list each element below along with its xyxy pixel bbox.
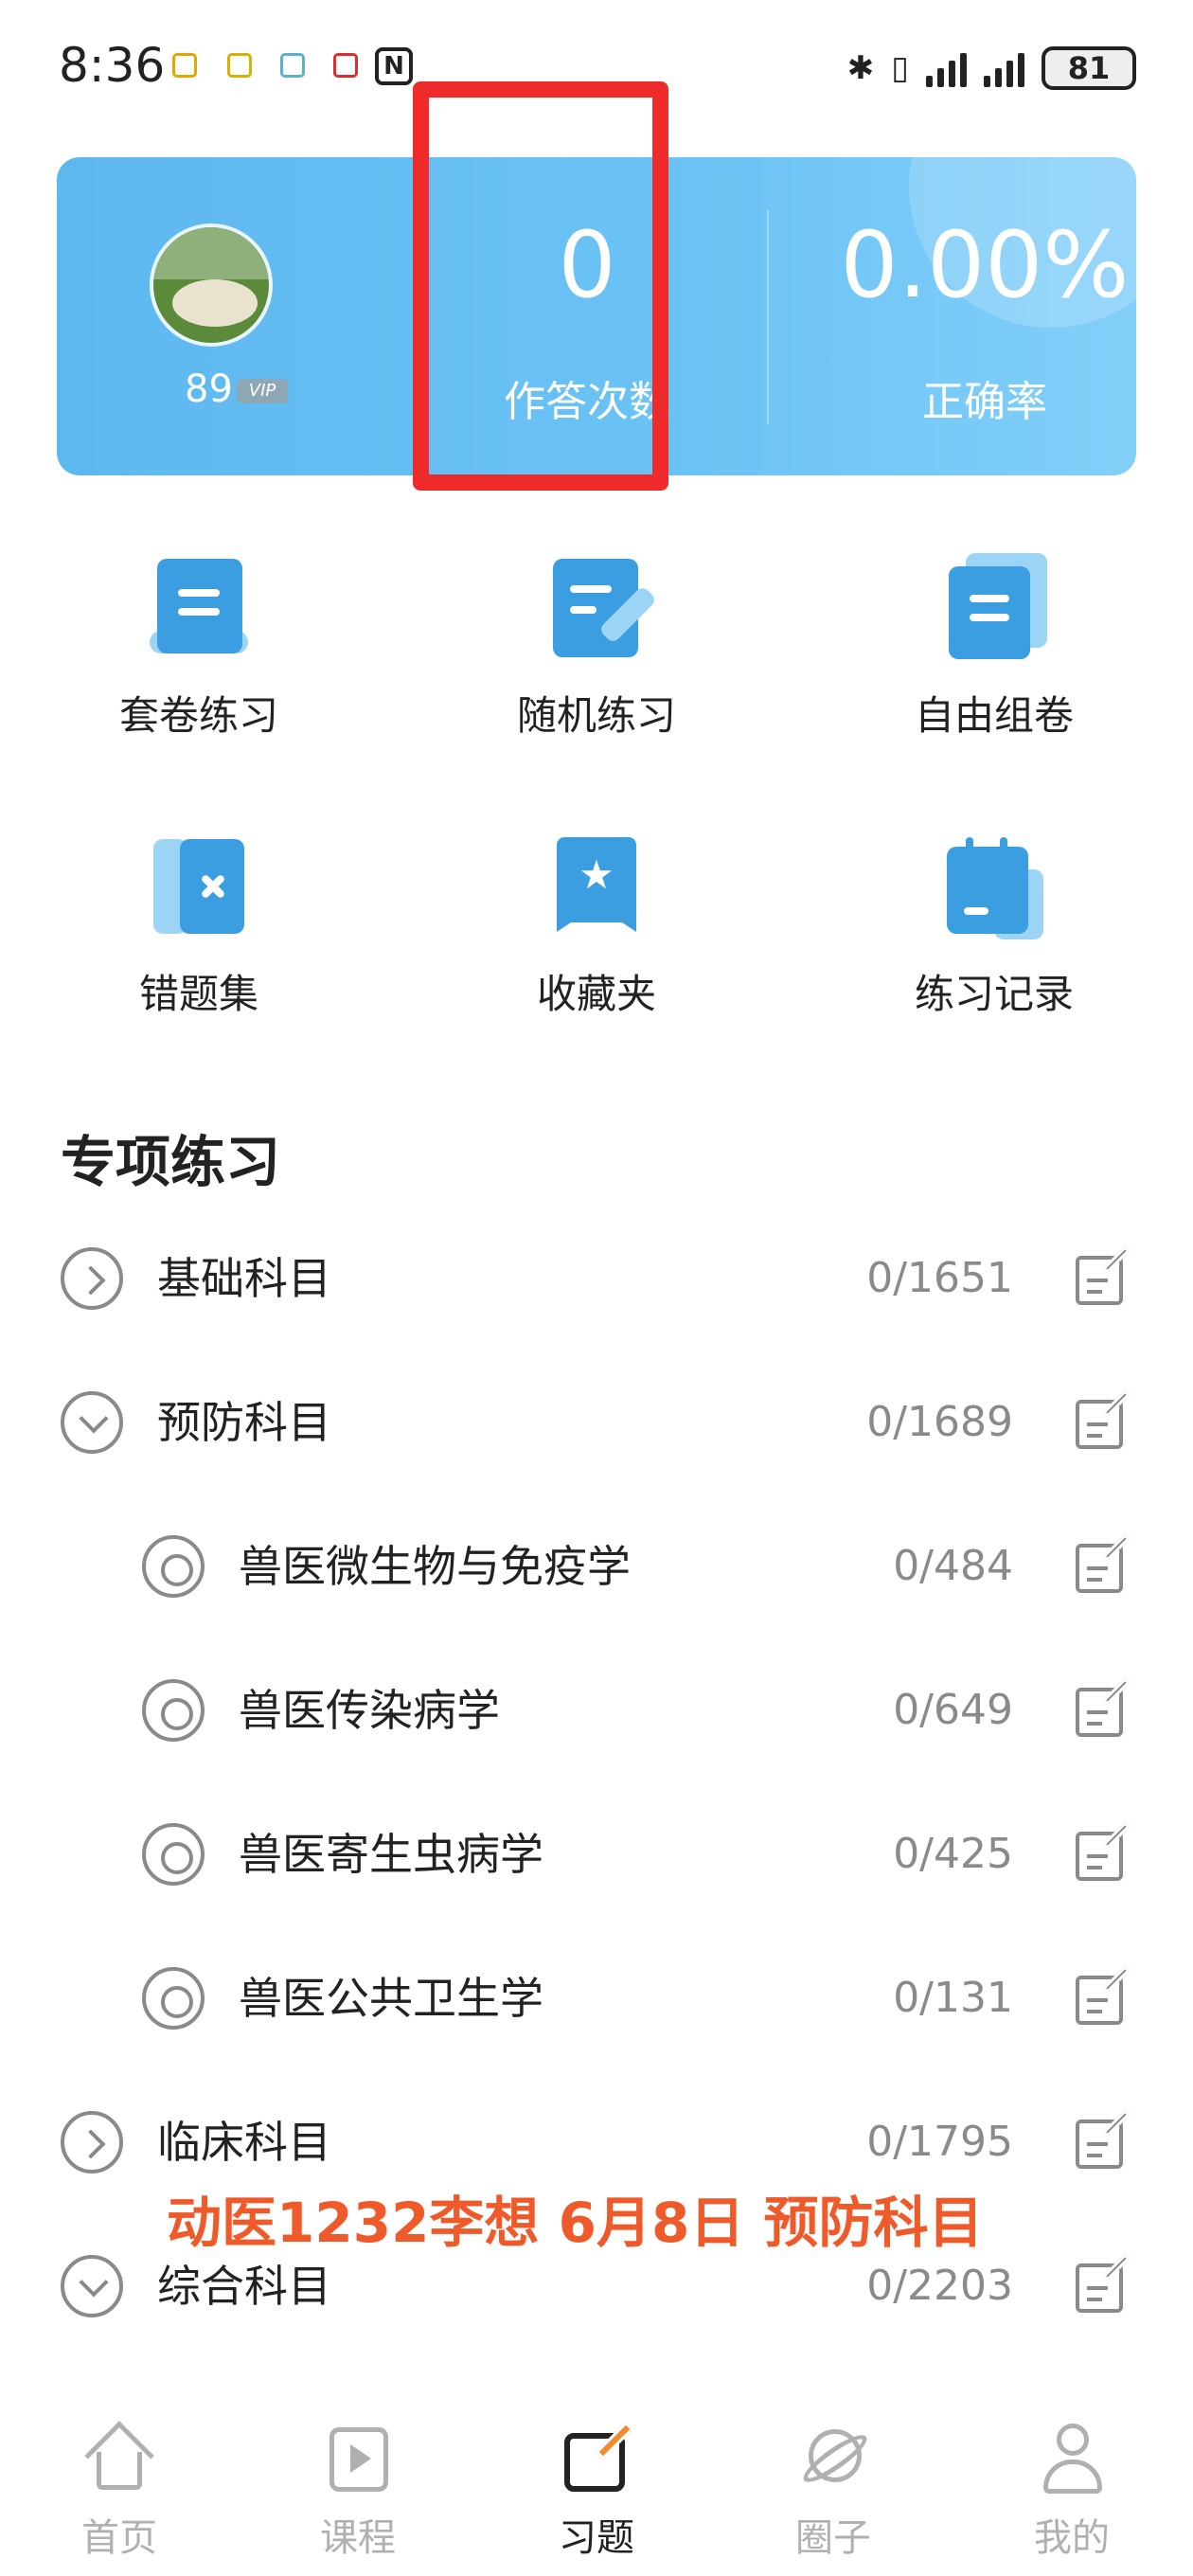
list-item-name: 综合科目 [157,2261,331,2312]
tool-label: 练习记录 [914,971,1074,1017]
tool-label: 收藏夹 [536,971,656,1017]
list-item[interactable]: 基础科目 0/1651 [0,1207,1193,1351]
list-item-name: 临床科目 [157,2117,331,2168]
list-item-name: 基础科目 [157,1253,331,1304]
nav-label: 圈子 [795,2516,871,2560]
list-item-count: 0/484 [893,1542,1013,1590]
list-item-name: 兽医寄生虫病学 [239,1829,543,1880]
list-item-count: 0/1689 [866,1398,1013,1446]
list-item-name: 兽医公共卫生学 [239,1973,543,2024]
list-item-count: 0/2203 [866,2262,1013,2310]
stacked-doc-icon [937,553,1051,667]
wrong-notebook-icon [142,832,256,945]
edit-doc-icon [540,553,658,667]
edit-icon[interactable] [1072,1389,1132,1453]
vip-badge: VIP [237,379,288,403]
edit-icon[interactable] [1072,1821,1132,1885]
tool-label: 套卷练习 [118,692,278,739]
notification-icon [172,53,197,78]
tool-free-compose[interactable]: 自由组卷 [795,553,1193,742]
edit-icon[interactable] [1072,2109,1132,2173]
nav-home[interactable]: 首页 [25,2420,214,2562]
chevron-down-icon[interactable] [61,1391,123,1454]
status-right-group: ✱ ▯ 81 [847,40,1136,97]
status-time: 8:36 [59,38,166,93]
tool-favorites[interactable]: ★ 收藏夹 [398,832,795,1020]
tool-label: 错题集 [138,971,258,1017]
list-item-name: 预防科目 [157,1397,331,1448]
scroll-doc-icon [142,553,256,667]
nav-label: 我的 [1034,2516,1110,2560]
notification-icon [280,53,305,78]
highlight-annotation [413,81,668,491]
tool-label: 自由组卷 [914,692,1074,739]
nav-exercise[interactable]: 习题 [502,2420,691,2562]
list-item[interactable]: 兽医公共卫生学 0/131 [0,1926,1193,2070]
bluetooth-icon: ✱ [846,49,875,87]
tool-random-practice[interactable]: 随机练习 [398,553,795,742]
edit-icon[interactable] [1072,2253,1132,2317]
target-icon [142,1535,205,1598]
nav-course[interactable]: 课程 [263,2420,453,2562]
course-play-icon [320,2420,396,2496]
signal-icon [926,49,967,87]
tool-paper-practice[interactable]: 套卷练习 [0,553,398,742]
calendar-record-icon [937,832,1051,945]
nav-label: 习题 [559,2516,634,2560]
list-item-count: 0/649 [893,1686,1013,1734]
edit-icon[interactable] [1072,1965,1132,2029]
target-icon [142,1823,205,1886]
section-title: 专项练习 [61,1130,281,1194]
bookmark-star-icon: ★ [540,832,653,945]
nav-profile[interactable]: 我的 [977,2420,1166,2562]
user-number: 89 [185,367,233,411]
list-item-count: 0/131 [893,1974,1013,2022]
signal-icon [984,49,1024,87]
list-item-name: 兽医微生物与免疫学 [239,1541,631,1592]
accuracy-value: 0.00% [840,212,1130,318]
tool-label: 随机练习 [516,692,676,739]
overlay-note: 动医1232李想 6月8日 预防科目 [167,2178,984,2258]
accuracy-label: 正确率 [922,378,1047,426]
notification-icon [227,53,252,78]
exercise-edit-icon [559,2420,634,2496]
home-icon [81,2420,157,2496]
list-item-name: 兽医传染病学 [239,1685,500,1736]
list-item-count: 0/1795 [866,2118,1013,2166]
avatar[interactable] [150,224,273,347]
chevron-right-icon[interactable] [61,2111,123,2174]
bottom-nav: 首页 课程 习题 圈子 我的 [0,2410,1193,2576]
edit-icon[interactable] [1072,1677,1132,1741]
notification-icon [333,53,358,78]
list-item-count: 0/425 [893,1830,1013,1878]
list-item-count: 0/1651 [866,1254,1013,1302]
list-item[interactable]: 兽医传染病学 0/649 [0,1638,1193,1782]
planet-icon [795,2420,873,2496]
battery-icon: 81 [1042,46,1136,90]
list-item[interactable]: 兽医寄生虫病学 0/425 [0,1782,1193,1926]
nav-label: 课程 [320,2516,396,2560]
list-item[interactable]: 兽医微生物与免疫学 0/484 [0,1494,1193,1638]
nav-label: 首页 [81,2516,157,2560]
edit-icon[interactable] [1072,1245,1132,1309]
vibrate-icon: ▯ [891,49,909,87]
divider [767,210,769,424]
nfc-icon: N [375,47,413,85]
target-icon [142,1679,205,1742]
nav-circle[interactable]: 圈子 [739,2420,928,2562]
chevron-down-icon[interactable] [61,2255,123,2317]
tool-practice-record[interactable]: 练习记录 [795,832,1193,1020]
chevron-right-icon[interactable] [61,1247,123,1310]
edit-icon[interactable] [1072,1533,1132,1597]
target-icon [142,1967,205,2030]
list-item[interactable]: 预防科目 0/1689 [0,1351,1193,1494]
tool-wrong-questions[interactable]: 错题集 [0,832,398,1020]
profile-icon [1034,2420,1110,2496]
